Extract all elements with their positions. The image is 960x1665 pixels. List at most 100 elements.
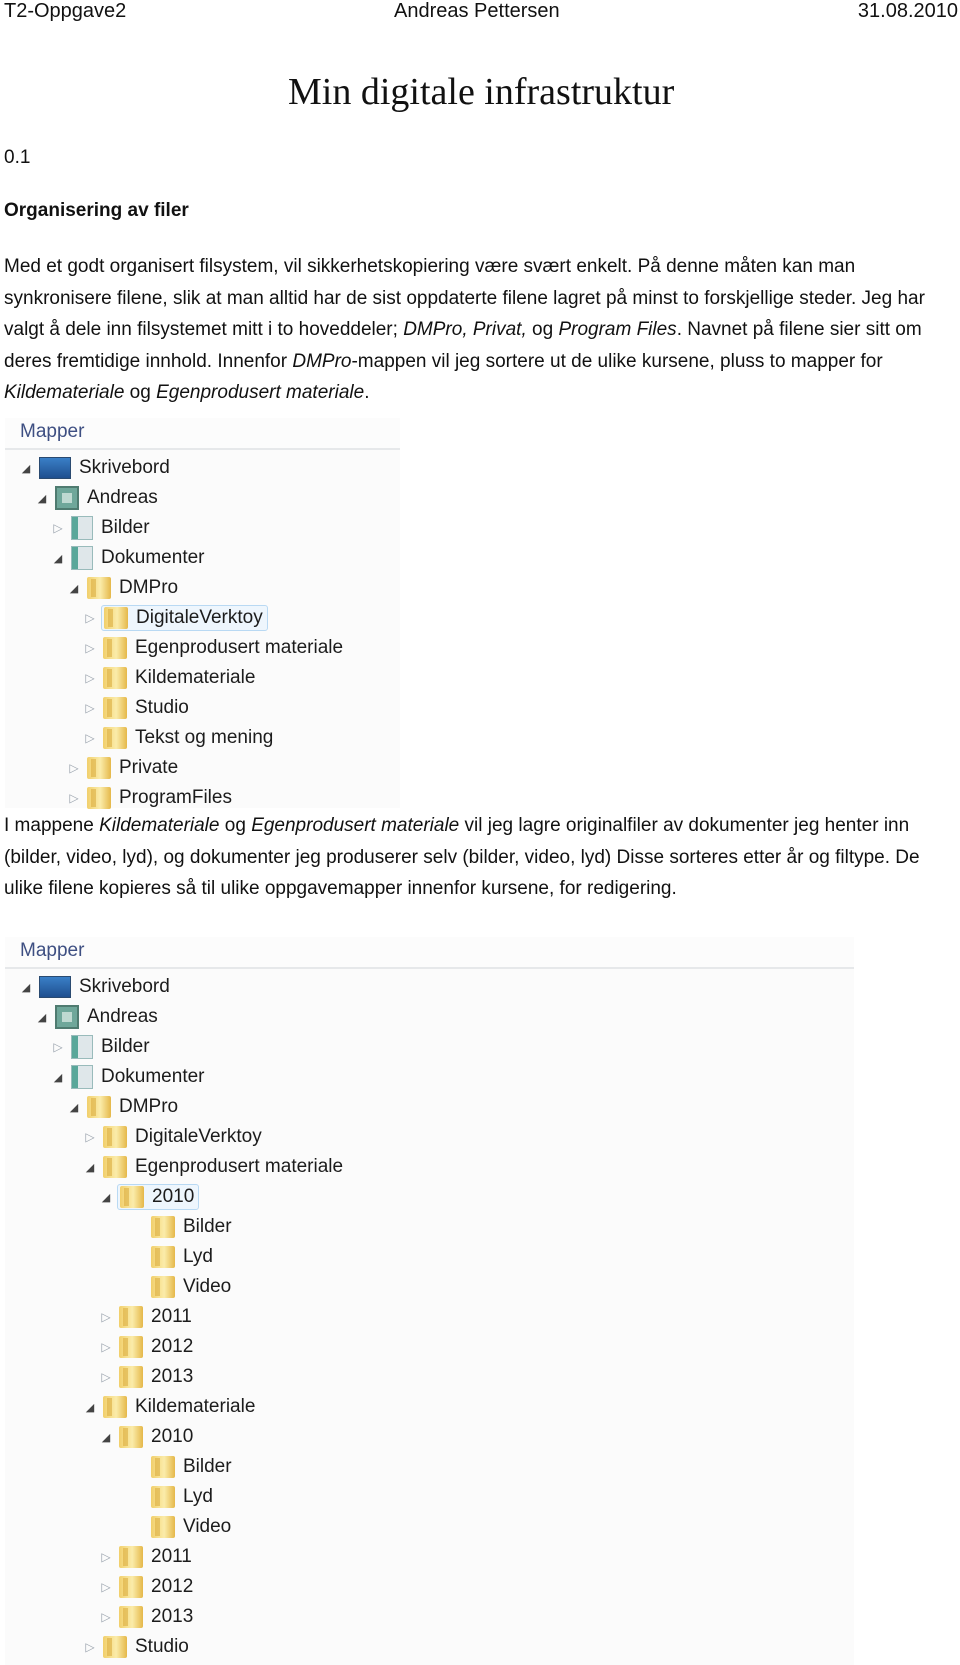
tree-node[interactable]: ▷ 2013 <box>5 1602 854 1632</box>
tree-node-content[interactable]: Private <box>85 756 182 780</box>
tree-node[interactable]: ◢ DMPro <box>5 1092 854 1122</box>
tree-node[interactable]: Lyd <box>5 1482 854 1512</box>
collapsed-arrow-icon[interactable]: ▷ <box>83 701 97 715</box>
tree-node[interactable]: ◢ Skrivebord <box>5 453 400 483</box>
expanded-arrow-icon[interactable]: ◢ <box>99 1191 113 1204</box>
tree-node-content[interactable]: Bilder <box>69 1034 154 1060</box>
expanded-arrow-icon[interactable]: ◢ <box>67 582 81 595</box>
expanded-arrow-icon[interactable]: ◢ <box>19 981 33 994</box>
tree-node[interactable]: ▷ Egenprodusert materiale <box>5 633 400 663</box>
tree-node[interactable]: ▷ Private <box>5 753 400 783</box>
tree-node[interactable]: ▷ 2012 <box>5 1572 854 1602</box>
tree-node-content[interactable]: DMPro <box>85 576 182 600</box>
tree-node[interactable]: ◢ DMPro <box>5 573 400 603</box>
tree-node-content[interactable]: 2013 <box>117 1365 197 1389</box>
collapsed-arrow-icon[interactable]: ▷ <box>99 1310 113 1324</box>
tree-node[interactable]: Video <box>5 1272 854 1302</box>
collapsed-arrow-icon[interactable]: ▷ <box>51 521 65 535</box>
tree-node[interactable]: ◢ Andreas <box>5 483 400 513</box>
tree-node-content[interactable]: Bilder <box>149 1215 236 1239</box>
collapsed-arrow-icon[interactable]: ▷ <box>67 761 81 775</box>
expanded-arrow-icon[interactable]: ◢ <box>99 1431 113 1444</box>
expanded-arrow-icon[interactable]: ◢ <box>83 1401 97 1414</box>
tree-node[interactable]: ▷ 2011 <box>5 1302 854 1332</box>
tree-node-content[interactable]: Studio <box>101 696 193 720</box>
expanded-arrow-icon[interactable]: ◢ <box>83 1161 97 1174</box>
collapsed-arrow-icon[interactable]: ▷ <box>99 1580 113 1594</box>
collapsed-arrow-icon[interactable]: ▷ <box>83 671 97 685</box>
tree-node[interactable]: ◢ Andreas <box>5 1002 854 1032</box>
tree-node-content[interactable]: Skrivebord <box>37 456 174 480</box>
tree-node[interactable]: ◢ Egenprodusert materiale <box>5 1152 854 1182</box>
tree-node-content[interactable]: 2012 <box>117 1575 197 1599</box>
tree-node-content[interactable]: Andreas <box>53 485 162 511</box>
collapsed-arrow-icon[interactable]: ▷ <box>83 1640 97 1654</box>
tree-node[interactable]: ◢ 2010 <box>5 1182 854 1212</box>
collapsed-arrow-icon[interactable]: ▷ <box>99 1340 113 1354</box>
tree-node[interactable]: ◢ Dokumenter <box>5 543 400 573</box>
collapsed-arrow-icon[interactable]: ▷ <box>99 1610 113 1624</box>
tree-node-content[interactable]: 2011 <box>117 1305 196 1329</box>
tree-node-content[interactable]: Lyd <box>149 1245 217 1269</box>
tree-node[interactable]: ▷ Bilder <box>5 1032 854 1062</box>
tree-node-content[interactable]: 2010 <box>117 1184 200 1210</box>
tree-node[interactable]: ▷ Studio <box>5 693 400 723</box>
tree-node[interactable]: ▷ DigitaleVerktoy <box>5 603 400 633</box>
tree-node[interactable]: ◢ 2010 <box>5 1422 854 1452</box>
tree-node-content[interactable]: Bilder <box>69 515 154 541</box>
tree-node-content[interactable]: DigitaleVerktoy <box>101 605 268 631</box>
library-icon <box>71 516 93 540</box>
tree-node[interactable]: Video <box>5 1512 854 1542</box>
tree-node-content[interactable]: Bilder <box>149 1455 236 1479</box>
collapsed-arrow-icon[interactable]: ▷ <box>99 1370 113 1384</box>
tree-node[interactable]: ▷ Kildemateriale <box>5 663 400 693</box>
tree-node[interactable]: ▷ 2011 <box>5 1542 854 1572</box>
tree-node-content[interactable]: ProgramFiles <box>85 786 236 810</box>
tree-node-content[interactable]: 2013 <box>117 1605 197 1629</box>
expanded-arrow-icon[interactable]: ◢ <box>35 492 49 505</box>
collapsed-arrow-icon[interactable]: ▷ <box>83 611 97 625</box>
tree-node-content[interactable]: Video <box>149 1275 235 1299</box>
collapsed-arrow-icon[interactable]: ▷ <box>99 1550 113 1564</box>
tree-node[interactable]: ▷ ProgramFiles <box>5 783 400 813</box>
tree-node-content[interactable]: 2012 <box>117 1335 197 1359</box>
tree-node-content[interactable]: Tekst og mening <box>101 726 277 750</box>
tree-node[interactable]: Bilder <box>5 1212 854 1242</box>
tree-node-content[interactable]: Studio <box>101 1635 193 1659</box>
tree-node-content[interactable]: 2011 <box>117 1545 196 1569</box>
tree-node[interactable]: ▷ DigitaleVerktoy <box>5 1122 854 1152</box>
tree-node[interactable]: ▷ Tekst og mening <box>5 723 400 753</box>
collapsed-arrow-icon[interactable]: ▷ <box>83 1130 97 1144</box>
expanded-arrow-icon[interactable]: ◢ <box>35 1011 49 1024</box>
tree-node-content[interactable]: Video <box>149 1515 235 1539</box>
collapsed-arrow-icon[interactable]: ▷ <box>67 791 81 805</box>
tree-node[interactable]: ◢ Kildemateriale <box>5 1392 854 1422</box>
tree-node[interactable]: ◢ Skrivebord <box>5 972 854 1002</box>
tree-node-content[interactable]: DMPro <box>85 1095 182 1119</box>
tree-node-content[interactable]: Dokumenter <box>69 1064 209 1090</box>
tree-node-content[interactable]: Dokumenter <box>69 545 209 571</box>
tree-node-content[interactable]: 2010 <box>117 1425 197 1449</box>
tree-node[interactable]: ▷ Bilder <box>5 513 400 543</box>
tree-node-content[interactable]: Lyd <box>149 1485 217 1509</box>
tree-node-content[interactable]: Andreas <box>53 1004 162 1030</box>
tree-node-content[interactable]: Kildemateriale <box>101 666 259 690</box>
tree-node-content[interactable]: Egenprodusert materiale <box>101 1155 347 1179</box>
tree-node-content[interactable]: DigitaleVerktoy <box>101 1125 266 1149</box>
tree-node[interactable]: ▷ 2012 <box>5 1332 854 1362</box>
tree-node-content[interactable]: Egenprodusert materiale <box>101 636 347 660</box>
collapsed-arrow-icon[interactable]: ▷ <box>83 641 97 655</box>
expanded-arrow-icon[interactable]: ◢ <box>51 1071 65 1084</box>
collapsed-arrow-icon[interactable]: ▷ <box>83 731 97 745</box>
tree-node[interactable]: ▷ Studio <box>5 1632 854 1662</box>
tree-node-content[interactable]: Kildemateriale <box>101 1395 259 1419</box>
tree-node[interactable]: Lyd <box>5 1242 854 1272</box>
tree-node[interactable]: ◢ Dokumenter <box>5 1062 854 1092</box>
tree-node-content[interactable]: Skrivebord <box>37 975 174 999</box>
expanded-arrow-icon[interactable]: ◢ <box>67 1101 81 1114</box>
collapsed-arrow-icon[interactable]: ▷ <box>51 1040 65 1054</box>
expanded-arrow-icon[interactable]: ◢ <box>51 552 65 565</box>
expanded-arrow-icon[interactable]: ◢ <box>19 462 33 475</box>
tree-node[interactable]: Bilder <box>5 1452 854 1482</box>
tree-node[interactable]: ▷ 2013 <box>5 1362 854 1392</box>
